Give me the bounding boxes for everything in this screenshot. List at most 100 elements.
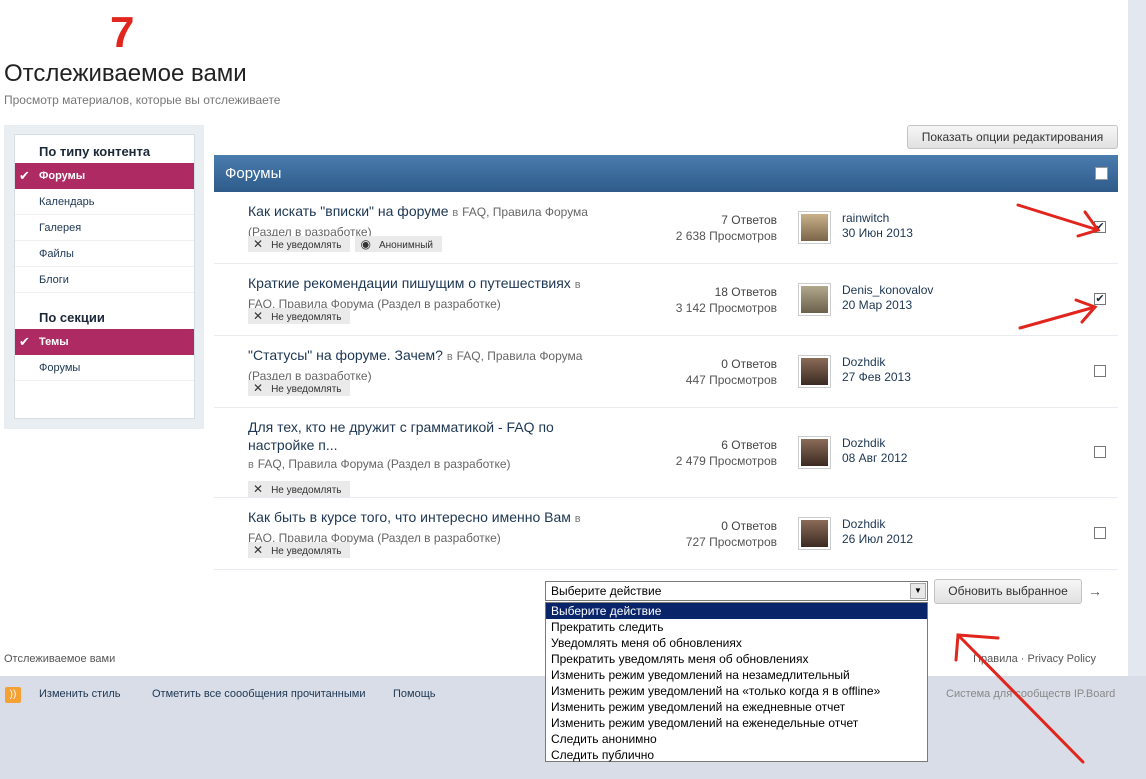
sidebar-section-0[interactable]: ✔ Темы xyxy=(15,329,194,355)
views-count: 2 638 Просмотров xyxy=(675,229,777,243)
topic-stats: 7 Ответов 2 638 Просмотров xyxy=(676,212,777,244)
topic-info: Для тех, кто не дружит с грамматикой - F… xyxy=(248,418,598,474)
footer-breadcrumb[interactable]: Отслеживаемое вами xyxy=(4,653,115,665)
action-option[interactable]: Изменить режим уведомлений на незамедлит… xyxy=(546,667,927,683)
sidebar-item-label: Файлы xyxy=(39,248,74,260)
action-option[interactable]: Изменить режим уведомлений на еженедельн… xyxy=(546,715,927,731)
post-date-link[interactable]: 26 Июл 2012 xyxy=(842,532,913,547)
chevron-down-icon[interactable]: ▼ xyxy=(910,583,926,599)
username-link[interactable]: Dozhdik xyxy=(842,517,913,532)
page-subtitle: Просмотр материалов, которые вы отслежив… xyxy=(4,93,281,107)
topic-checkbox[interactable]: ✔ xyxy=(1094,221,1106,233)
action-option[interactable]: Следить публично xyxy=(546,747,927,763)
jump-arrow-icon[interactable]: → xyxy=(1088,583,1102,599)
topic-in-word: в xyxy=(248,459,254,471)
action-option[interactable]: Прекратить уведомлять меня об обновления… xyxy=(546,651,927,667)
views-count: 447 Просмотров xyxy=(685,373,777,387)
username-link[interactable]: Denis_konovalov xyxy=(842,283,933,298)
sidebar-item-label: Темы xyxy=(39,336,69,348)
sidebar-content-type-1[interactable]: Календарь xyxy=(15,189,194,215)
footer-separator: · xyxy=(1017,653,1028,665)
topic-row: Как искать "вписки" на форуме в FAQ, Пра… xyxy=(214,192,1118,264)
sidebar-panel: По типу контента ✔ Форумы Календарь Галерея… xyxy=(14,134,195,419)
last-poster: Dozhdik 08 Авг 2012 xyxy=(842,436,907,466)
tag-label: Не уведомлять xyxy=(271,240,342,251)
topic-tag[interactable]: ◉ Анонимный xyxy=(355,236,443,252)
topic-checkbox[interactable]: ✔ xyxy=(1094,293,1106,305)
topic-row: Краткие рекомендации пишущим о путешеств… xyxy=(214,264,1118,336)
topic-row: Для тех, кто не дружит с грамматикой - F… xyxy=(214,408,1118,498)
topic-checkbox[interactable] xyxy=(1094,446,1106,458)
last-poster: rainwitch 30 Июн 2013 xyxy=(842,211,913,241)
powered-by-link[interactable]: Система для сообществ IP.Board xyxy=(946,688,1115,700)
sidebar-content-type-0[interactable]: ✔ Форумы xyxy=(15,163,194,189)
topic-forum-link[interactable]: FAQ, Правила Форума xyxy=(457,349,583,363)
topic-tag[interactable]: ✕ Не уведомлять xyxy=(248,236,351,252)
username-link[interactable]: Dozhdik xyxy=(842,436,907,451)
topic-title-link[interactable]: "Статусы" на форуме. Зачем? xyxy=(248,347,443,363)
sidebar-item-label: Форумы xyxy=(39,170,86,182)
avatar[interactable] xyxy=(798,283,831,316)
avatar[interactable] xyxy=(798,211,831,244)
tag-label: Не уведомлять xyxy=(271,312,342,323)
topic-stats: 0 Ответов 727 Просмотров xyxy=(686,518,777,550)
checkmark-icon: ✔ xyxy=(19,334,30,349)
sidebar-section-1[interactable]: Форумы xyxy=(15,355,194,381)
views-count: 727 Просмотров xyxy=(685,535,777,549)
replies-count: 6 Ответов xyxy=(721,438,777,452)
change-style-link[interactable]: Изменить стиль xyxy=(39,688,121,700)
post-date-link[interactable]: 08 Авг 2012 xyxy=(842,451,907,466)
show-edit-options-button[interactable]: Показать опции редактирования xyxy=(907,125,1118,149)
avatar[interactable] xyxy=(798,436,831,469)
username-link[interactable]: Dozhdik xyxy=(842,355,911,370)
avatar[interactable] xyxy=(798,355,831,388)
action-select-value: Выберите действие xyxy=(551,584,662,598)
mark-all-read-link[interactable]: Отметить все соообщения прочитанными xyxy=(152,688,366,700)
topic-checkbox[interactable] xyxy=(1094,527,1106,539)
rules-link[interactable]: Правила xyxy=(973,653,1018,665)
action-option[interactable]: Прекратить следить xyxy=(546,619,927,635)
help-link[interactable]: Помощь xyxy=(393,688,436,700)
post-date-link[interactable]: 27 Фев 2013 xyxy=(842,370,911,385)
sidebar-item-label: Календарь xyxy=(39,196,95,208)
update-selected-button[interactable]: Обновить выбранное xyxy=(934,579,1082,604)
replies-count: 7 Ответов xyxy=(721,213,777,227)
topic-title-link[interactable]: Краткие рекомендации пишущим о путешеств… xyxy=(248,275,571,291)
annotation-number: 7 xyxy=(110,8,135,57)
topic-title-link[interactable]: Для тех, кто не дружит с грамматикой - F… xyxy=(248,419,554,453)
topic-title-link[interactable]: Как искать "вписки" на форуме xyxy=(248,203,449,219)
post-date-link[interactable]: 20 Мар 2013 xyxy=(842,298,933,313)
action-option[interactable]: Уведомлять меня об обновлениях xyxy=(546,635,927,651)
topic-forum-link[interactable]: FAQ, Правила Форума xyxy=(462,205,588,219)
forum-section-header: Форумы xyxy=(214,155,1118,192)
topic-checkbox[interactable] xyxy=(1094,365,1106,377)
topic-tag[interactable]: ✕ Не уведомлять xyxy=(248,481,351,497)
sidebar-content-type-2[interactable]: Галерея xyxy=(15,215,194,241)
sidebar-content-type-4[interactable]: Блоги xyxy=(15,267,194,293)
close-icon: ✕ xyxy=(253,381,264,395)
username-link[interactable]: rainwitch xyxy=(842,211,913,226)
replies-count: 0 Ответов xyxy=(721,357,777,371)
topic-stats: 0 Ответов 447 Просмотров xyxy=(686,356,777,388)
sidebar-content-type-3[interactable]: Файлы xyxy=(15,241,194,267)
topic-title-link[interactable]: Как быть в курсе того, что интересно име… xyxy=(248,509,571,525)
action-select[interactable]: Выберите действие ▼ xyxy=(545,581,928,601)
action-option[interactable]: Следить анонимно xyxy=(546,731,927,747)
close-icon: ✕ xyxy=(253,309,264,323)
page-scrollbar[interactable] xyxy=(1128,0,1146,676)
close-icon: ✕ xyxy=(253,482,264,496)
replies-count: 0 Ответов xyxy=(721,519,777,533)
action-option[interactable]: Выберите действие xyxy=(546,603,927,619)
topic-tag[interactable]: ✕ Не уведомлять xyxy=(248,380,351,396)
topic-stats: 18 Ответов 3 142 Просмотров xyxy=(676,284,777,316)
topic-tag[interactable]: ✕ Не уведомлять xyxy=(248,542,351,558)
avatar[interactable] xyxy=(798,517,831,550)
action-option[interactable]: Изменить режим уведомлений на ежедневные… xyxy=(546,699,927,715)
action-option[interactable]: Изменить режим уведомлений на «только ко… xyxy=(546,683,927,699)
topic-forum-link[interactable]: FAQ, Правила Форума (Раздел в разработке… xyxy=(258,457,511,471)
post-date-link[interactable]: 30 Июн 2013 xyxy=(842,226,913,241)
rss-icon[interactable]: )) xyxy=(5,687,21,703)
privacy-policy-link[interactable]: Privacy Policy xyxy=(1028,653,1096,665)
select-all-checkbox[interactable] xyxy=(1095,167,1108,180)
topic-tag[interactable]: ✕ Не уведомлять xyxy=(248,308,351,324)
